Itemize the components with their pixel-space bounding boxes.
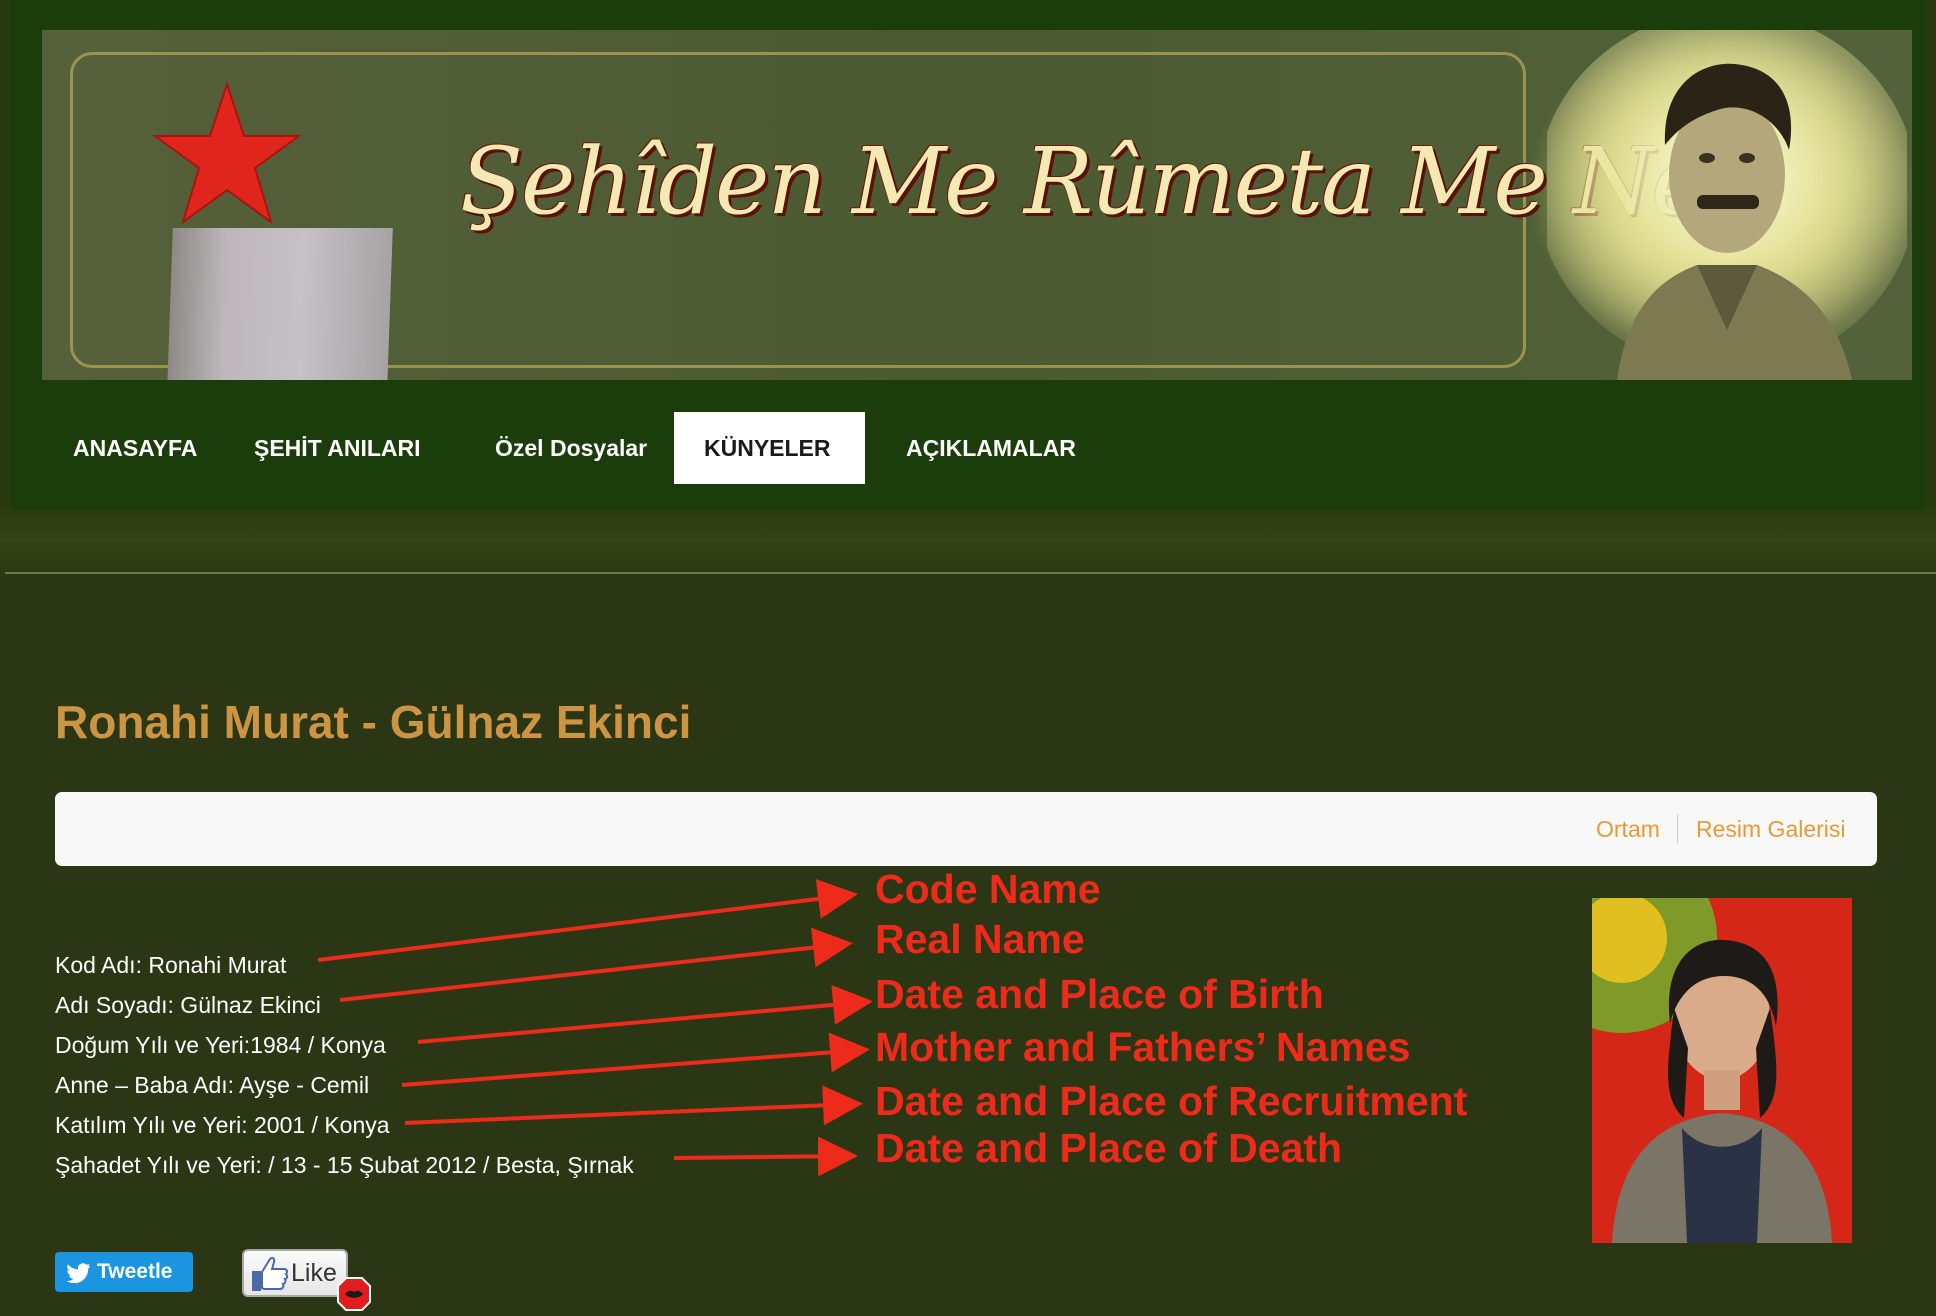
arrow-parents	[401, 1032, 870, 1087]
twitter-bird-icon	[66, 1263, 90, 1284]
detail-birth: Doğum Yılı ve Yeri:1984 / Konya	[55, 1032, 386, 1058]
detail-real-name: Adı Soyadı: Gülnaz Ekinci	[55, 992, 321, 1018]
tab-resim-galerisi[interactable]: Resim Galerisi	[1696, 792, 1846, 866]
hero-portrait-image	[1547, 30, 1907, 380]
tab-ortam[interactable]: Ortam	[1596, 792, 1660, 866]
detail-parents: Anne – Baba Adı: Ayşe - Cemil	[55, 1072, 370, 1098]
detail-death: Şahadet Yılı ve Yeri: / 13 - 15 Şubat 20…	[55, 1152, 634, 1178]
arrow-death	[673, 1136, 858, 1177]
nav-item-aciklamalar[interactable]: AÇIKLAMALAR	[876, 412, 1106, 484]
page-title: Ronahi Murat - Gülnaz Ekinci	[55, 696, 692, 748]
nav-item-kunyeler[interactable]: KÜNYELER	[674, 412, 865, 484]
nav-item-anasayfa[interactable]: ANASAYFA	[43, 412, 227, 484]
header-banner: Şehîden Me Rûmeta Me Ne	[42, 30, 1912, 380]
tab-separator	[1677, 814, 1678, 844]
red-star-icon	[152, 80, 302, 225]
lips-badge-icon	[337, 1277, 371, 1311]
annotation-recruitment: Date and Place of Recruitment	[875, 1078, 1468, 1124]
like-label: Like	[291, 1259, 337, 1287]
content-tab-bar: Ortam Resim Galerisi	[55, 792, 1877, 866]
tweet-button[interactable]: Tweetle	[55, 1252, 193, 1292]
nav-item-sehit-anilari[interactable]: ŞEHİT ANILARI	[224, 412, 451, 484]
banner-title: Şehîden Me Rûmeta Me Ne	[460, 128, 1706, 235]
arrow-recruitment	[404, 1085, 863, 1126]
martyr-photo	[1592, 898, 1852, 1243]
annotation-code-name: Code Name	[875, 866, 1101, 912]
tweet-label: Tweetle	[97, 1260, 173, 1283]
arrow-birth	[417, 984, 873, 1044]
annotation-parents: Mother and Fathers’ Names	[875, 1024, 1411, 1070]
detail-code-name: Kod Adı: Ronahi Murat	[55, 952, 287, 978]
main-nav: ANASAYFA ŞEHİT ANILARI Özel Dosyalar KÜN…	[10, 412, 1925, 510]
content-divider	[5, 572, 1936, 574]
monument-image	[167, 228, 393, 380]
thumbs-up-icon	[252, 1257, 289, 1291]
annotation-real-name: Real Name	[875, 916, 1085, 962]
annotation-death: Date and Place of Death	[875, 1125, 1343, 1171]
detail-recruitment: Katılım Yılı ve Yeri: 2001 / Konya	[55, 1112, 390, 1138]
facebook-like-button[interactable]: Like	[242, 1249, 348, 1297]
annotation-birth: Date and Place of Birth	[875, 971, 1324, 1017]
nav-item-ozel-dosyalar[interactable]: Özel Dosyalar	[465, 412, 677, 484]
arrow-code-name	[317, 879, 858, 962]
arrow-real-name	[339, 927, 853, 1002]
